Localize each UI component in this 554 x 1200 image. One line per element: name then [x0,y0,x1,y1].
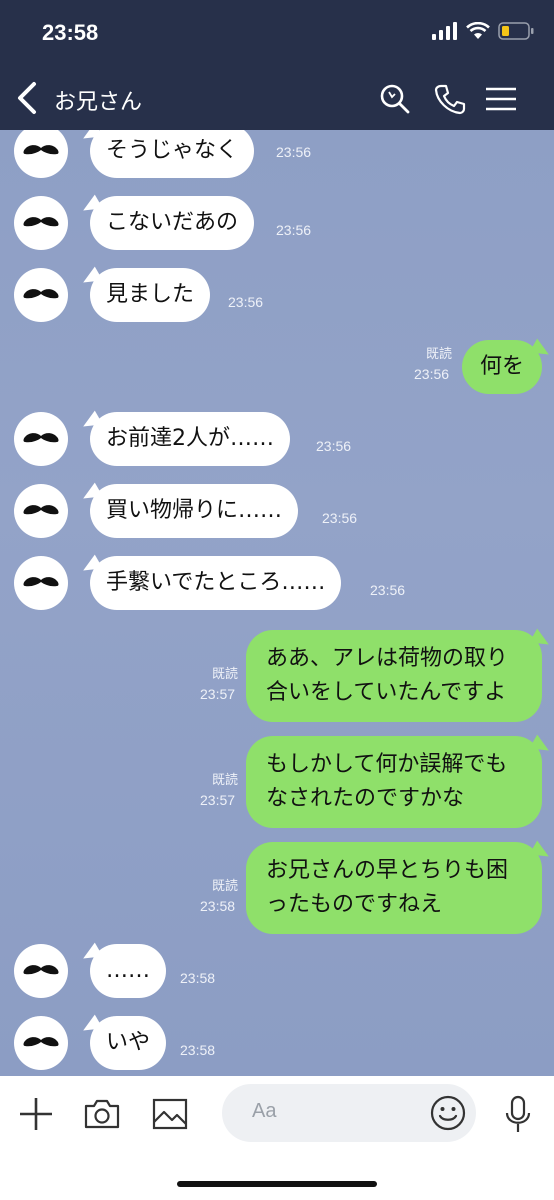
mustache-icon [23,433,59,443]
message-input[interactable]: Aa [222,1084,476,1142]
message-bubble[interactable]: こないだあの [90,196,255,250]
battery-icon [498,22,534,40]
chat-header: お兄さん [0,68,554,130]
message-time: 23:56 [316,438,352,454]
plus-icon[interactable] [16,1094,56,1134]
message-bubble[interactable]: 買い物帰りに…… [90,484,299,538]
message-bubble[interactable]: 手繋いでたところ…… [90,556,342,610]
message-time: 23:56 [322,510,358,526]
mic-icon[interactable] [498,1094,538,1134]
message-time: 23:56 [276,144,312,160]
status-bar: 23:58 [0,0,554,68]
message-bubble[interactable]: 何を [461,340,542,394]
message-time: 23:57 [200,792,236,808]
home-indicator[interactable] [177,1181,377,1187]
message-bubble[interactable]: 見ました [90,268,211,322]
avatar[interactable] [14,130,68,178]
emoji-icon[interactable] [430,1095,466,1131]
avatar[interactable] [14,944,68,998]
status-time: 23:58 [42,20,99,45]
message-bubble[interactable]: お前達2人が…… [90,412,290,466]
message-bubble[interactable]: ああ、アレは荷物の取り 合いをしていたんですよ [246,630,542,722]
message-bubble[interactable]: いや [90,1016,167,1070]
avatar[interactable] [14,556,68,610]
avatar[interactable] [14,484,68,538]
read-receipt: 既読 [211,879,238,894]
wifi-icon [466,22,490,39]
message-time: 23:58 [180,1042,216,1058]
status-icons [432,22,534,40]
menu-icon[interactable] [484,82,518,116]
signal-icon [432,22,457,40]
message-bubble[interactable]: お兄さんの早とちりも困 ったものですねえ [246,842,542,934]
message-line: ったものですねえ [266,892,443,917]
message-time: 23:56 [370,582,406,598]
message-time: 23:57 [200,686,236,702]
message-time: 23:56 [228,294,264,310]
mustache-icon [23,505,59,515]
back-icon[interactable] [10,78,46,118]
message-time: 23:58 [200,898,236,914]
search-icon[interactable] [378,82,412,116]
message-line: 合いをしていたんですよ [266,680,507,705]
camera-icon[interactable] [82,1094,122,1134]
mustache-icon [23,577,59,587]
avatar[interactable] [14,412,68,466]
message-line: なされたのですかな [266,786,465,811]
message-line: お兄さんの早とちりも困 [266,858,509,883]
phone-icon[interactable] [433,82,467,116]
read-receipt: 既読 [211,667,238,682]
input-bar: Aa [0,1076,554,1200]
avatar[interactable] [14,196,68,250]
avatar[interactable] [14,1016,68,1070]
read-receipt: 既読 [211,773,238,788]
message-time: 23:56 [276,222,312,238]
message-input-placeholder: Aa [252,1100,277,1122]
mustache-icon [23,965,59,975]
message-time: 23:58 [180,970,216,986]
message-bubble[interactable]: もしかして何か誤解でも なされたのですかな [246,736,542,828]
image-icon[interactable] [150,1094,190,1134]
message-time: 23:56 [414,366,450,382]
mustache-icon [23,145,59,155]
chat-area[interactable]: そうじゃなく 23:56 こないだあの 23:56 見ました 23:56 既読 … [0,130,554,1076]
message-line: もしかして何か誤解でも [266,752,508,777]
mustache-icon [23,1037,59,1047]
mustache-icon [23,289,59,299]
message-line: ああ、アレは荷物の取り [266,646,509,671]
read-receipt: 既読 [425,347,452,362]
message-bubble[interactable]: …… [90,944,166,998]
chat-title: お兄さん [54,90,143,115]
message-bubble[interactable]: そうじゃなく [90,130,255,178]
mustache-icon [23,217,59,227]
avatar[interactable] [14,268,68,322]
